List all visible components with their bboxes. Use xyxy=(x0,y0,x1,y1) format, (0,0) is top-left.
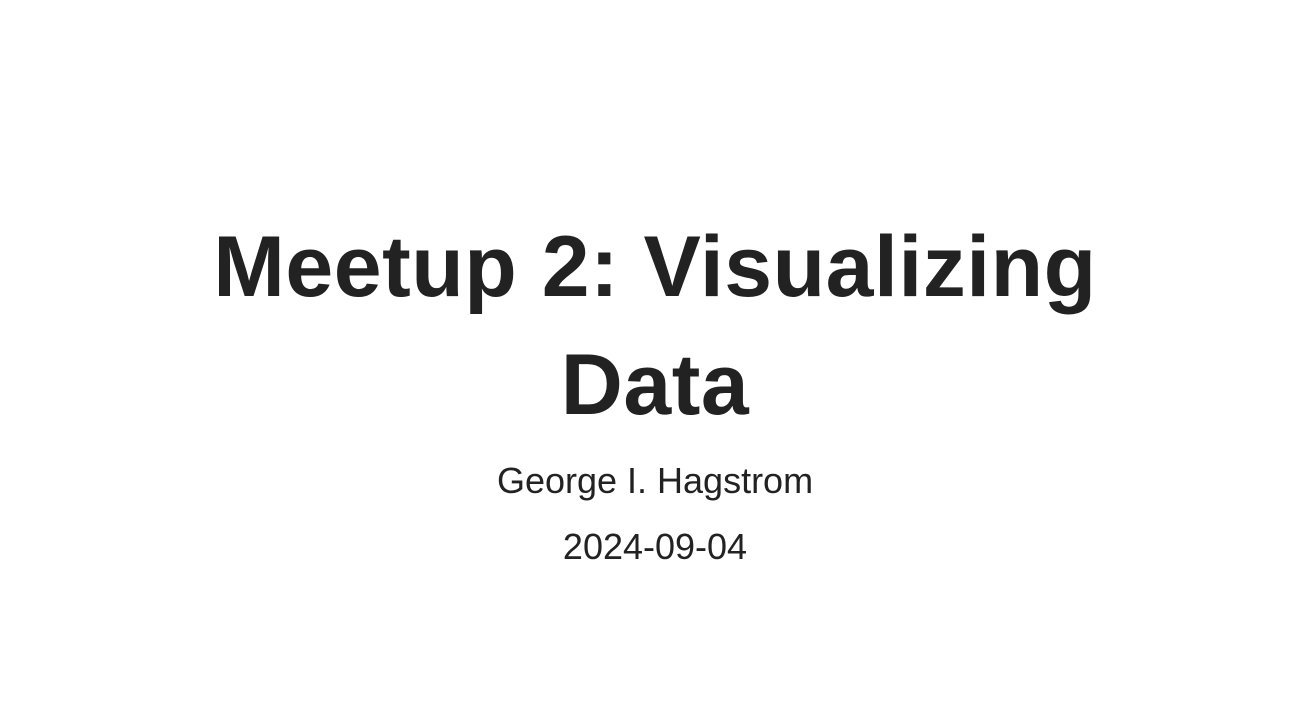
slide-title: Meetup 2: Visualizing Data xyxy=(0,208,1310,444)
slide-title-line-2: Data xyxy=(560,337,750,433)
slide-title-line-1: Meetup 2: Visualizing xyxy=(213,219,1097,315)
slide-author: George I. Hagstrom xyxy=(496,460,814,501)
title-slide: Meetup 2: Visualizing Data George I. Hag… xyxy=(0,0,1310,728)
title-block: Meetup 2: Visualizing Data xyxy=(0,208,1310,444)
slide-date: 2024-09-04 xyxy=(562,526,748,567)
